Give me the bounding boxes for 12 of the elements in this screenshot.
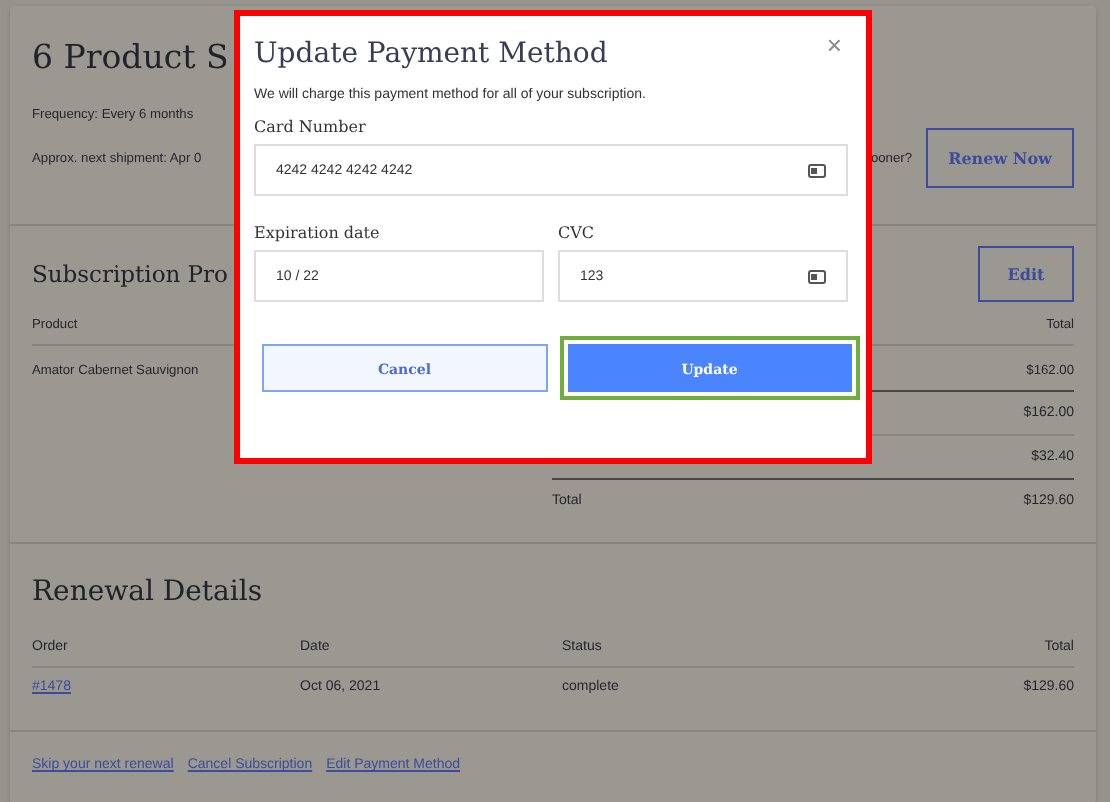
- renew-now-button[interactable]: Renew Now: [926, 128, 1074, 188]
- card-icon: [808, 269, 826, 283]
- section-title: Renewal Details: [32, 576, 265, 608]
- section-title: Subscription Pro: [32, 260, 228, 288]
- edit-button[interactable]: Edit: [978, 246, 1074, 302]
- field-label: Card Number: [254, 118, 368, 136]
- field-label: Expiration date: [254, 224, 382, 242]
- close-button[interactable]: ×: [826, 30, 842, 60]
- dialog-title: Update Payment Method: [254, 38, 608, 70]
- field-label: CVC: [558, 224, 597, 242]
- page-title: 6 Product S: [32, 36, 229, 80]
- card-icon: [808, 163, 826, 177]
